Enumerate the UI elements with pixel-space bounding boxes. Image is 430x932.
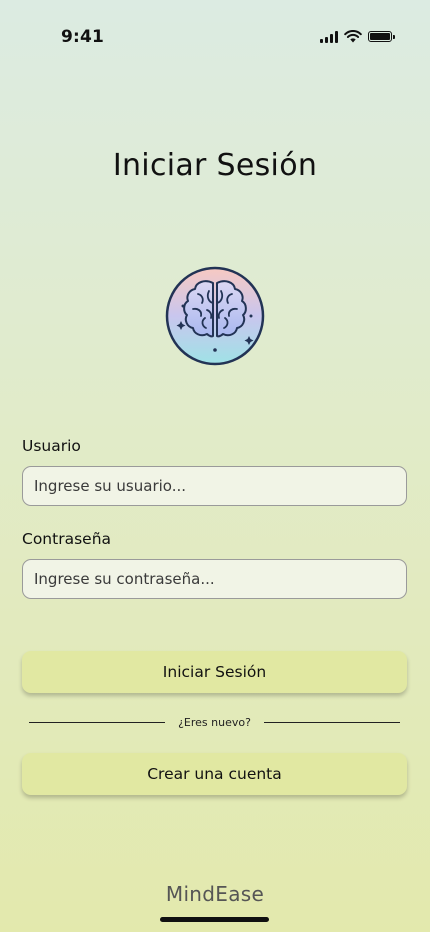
status-bar: 9:41 <box>0 0 430 74</box>
username-input[interactable] <box>22 466 407 506</box>
page-title: Iniciar Sesión <box>112 148 318 183</box>
divider-text: ¿Eres nuevo? <box>178 715 251 729</box>
brain-logo <box>165 266 265 366</box>
app-name: MindEase <box>165 882 265 906</box>
cellular-signal-icon <box>320 30 338 43</box>
wifi-icon <box>344 30 362 43</box>
divider-line-right <box>263 721 401 723</box>
battery-icon <box>368 31 395 42</box>
status-time: 9:41 <box>61 27 105 47</box>
username-label: Usuario <box>22 437 81 455</box>
brain-icon <box>165 266 265 366</box>
home-indicator[interactable] <box>160 917 269 922</box>
create-account-button[interactable]: Crear una cuenta <box>22 753 407 795</box>
divider: ¿Eres nuevo? <box>29 714 401 730</box>
password-label: Contraseña <box>22 530 112 548</box>
divider-line-left <box>29 721 166 723</box>
status-icons <box>320 30 395 43</box>
login-button[interactable]: Iniciar Sesión <box>22 651 407 693</box>
password-input[interactable] <box>22 559 407 599</box>
